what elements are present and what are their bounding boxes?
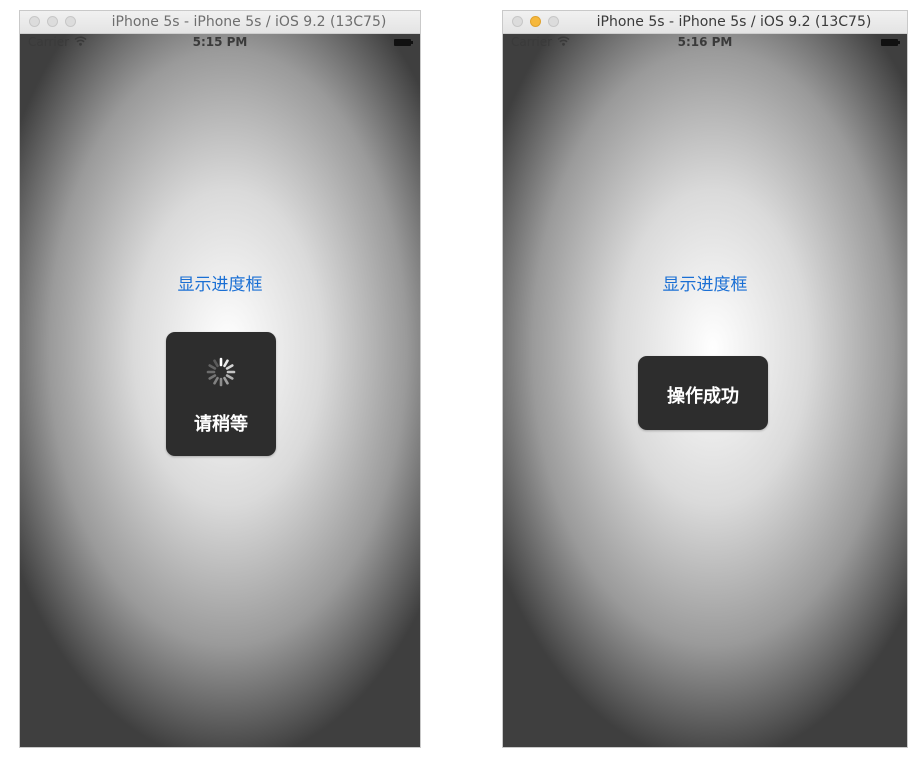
window-title: iPhone 5s - iPhone 5s / iOS 9.2 (13C75)	[111, 14, 387, 30]
zoom-window-button[interactable]	[65, 16, 76, 27]
show-progress-button[interactable]: 显示进度框	[20, 270, 420, 295]
success-hud: 操作成功	[638, 356, 768, 430]
show-progress-button[interactable]: 显示进度框	[503, 270, 907, 295]
status-time: 5:15 PM	[192, 35, 248, 49]
close-window-button[interactable]	[29, 16, 40, 27]
window-title: iPhone 5s - iPhone 5s / iOS 9.2 (13C75)	[596, 14, 872, 30]
progress-hud: 请稍等	[166, 332, 276, 456]
minimize-window-button[interactable]	[530, 16, 541, 27]
phone-screen: Carrier 5:15 PM 显示进度框 请稍等	[20, 34, 420, 747]
status-bar: Carrier 5:16 PM	[503, 34, 907, 52]
phone-screen: Carrier 5:16 PM 显示进度框 操作成功	[503, 34, 907, 747]
minimize-window-button[interactable]	[47, 16, 58, 27]
zoom-window-button[interactable]	[548, 16, 559, 27]
simulator-window-right: iPhone 5s - iPhone 5s / iOS 9.2 (13C75) …	[502, 10, 908, 748]
status-time: 5:16 PM	[677, 35, 733, 49]
battery-icon	[394, 39, 414, 46]
window-titlebar[interactable]: iPhone 5s - iPhone 5s / iOS 9.2 (13C75)	[20, 11, 420, 34]
window-titlebar[interactable]: iPhone 5s - iPhone 5s / iOS 9.2 (13C75)	[503, 11, 907, 34]
hud-label: 请稍等	[194, 414, 248, 435]
status-bar: Carrier 5:15 PM	[20, 34, 420, 52]
close-window-button[interactable]	[512, 16, 523, 27]
hud-label: 操作成功	[667, 386, 739, 407]
spinner-icon	[206, 357, 236, 387]
simulator-window-left: iPhone 5s - iPhone 5s / iOS 9.2 (13C75) …	[19, 10, 421, 748]
battery-icon	[881, 39, 901, 46]
